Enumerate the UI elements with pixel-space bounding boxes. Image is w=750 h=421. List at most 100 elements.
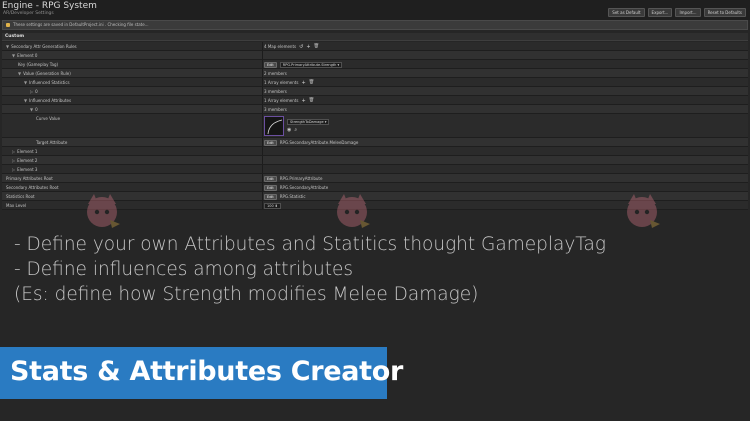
- column-divider[interactable]: [262, 201, 263, 209]
- property-label: ▼ Element 0: [12, 53, 37, 58]
- column-divider[interactable]: [262, 51, 263, 59]
- property-label: Key (Gameplay Tag): [18, 62, 58, 67]
- property-row[interactable]: ▷ Element 1: [2, 147, 748, 156]
- column-divider[interactable]: [262, 78, 263, 86]
- column-divider[interactable]: [262, 183, 263, 191]
- property-value: 3 members: [264, 89, 287, 94]
- property-value: 4 Map elements ↺ + 🗑: [264, 44, 319, 50]
- mascot-watermark-icon: [627, 194, 660, 228]
- property-value: 1 Array elements + 🗑: [264, 80, 314, 86]
- property-row: Key (Gameplay Tag) Edit RPG.PrimaryAttribu…: [2, 60, 748, 69]
- plus-icon[interactable]: +: [301, 80, 305, 86]
- expand-arrow-icon[interactable]: ▼: [12, 53, 15, 58]
- property-label-text: Value (Generation Rule): [23, 70, 71, 76]
- property-label-text: Influenced Statistics: [29, 79, 70, 85]
- column-divider[interactable]: [262, 114, 263, 137]
- property-row[interactable]: ▷ Element 2: [2, 156, 748, 165]
- property-label-text: Key (Gameplay Tag): [18, 61, 59, 67]
- property-label: ▷ Element 3: [12, 167, 37, 172]
- column-divider[interactable]: [262, 87, 263, 95]
- column-divider[interactable]: [262, 105, 263, 113]
- title-banner: Stats & Attributes Creator: [0, 347, 403, 399]
- property-row: Curve Value StrengthToDamage ▾ ◉ ⌕: [2, 114, 748, 138]
- collapse-arrow-icon[interactable]: ▷: [12, 158, 15, 163]
- property-row[interactable]: ▼ Value (Generation Rule) 2 members: [2, 69, 748, 78]
- property-label-text: Statistics Root: [6, 193, 35, 199]
- property-label-text: 0: [35, 106, 38, 112]
- property-value-text: RPG.Statistic: [279, 194, 306, 199]
- column-divider[interactable]: [262, 60, 263, 68]
- max-level-input[interactable]: 100 ⬍: [264, 202, 281, 209]
- property-value-text: RPG.SecondaryAttribute: [279, 185, 329, 190]
- property-row: Target Attribute Edit RPG.SecondaryAttribu…: [2, 138, 748, 147]
- property-value: Edit RPG.PrimaryAttribute: [264, 175, 322, 182]
- property-label: ▼ Value (Generation Rule): [18, 71, 71, 76]
- collapse-arrow-icon[interactable]: ▷: [12, 167, 15, 172]
- section-header-custom[interactable]: Custom: [2, 33, 748, 41]
- collapse-arrow-icon[interactable]: ▷: [12, 149, 15, 154]
- browse-asset-icon[interactable]: ⌕: [294, 127, 297, 133]
- tag-combo[interactable]: RPG.PrimaryAttribute.Strength ▾: [279, 61, 343, 68]
- property-row[interactable]: ▼ Element 0: [2, 51, 748, 60]
- trash-icon[interactable]: 🗑: [309, 98, 315, 103]
- property-label-text: Max Level: [6, 202, 27, 208]
- property-label-text: Element 0: [17, 52, 38, 58]
- edit-tag-button[interactable]: Edit: [264, 61, 277, 68]
- curve-thumbnail[interactable]: [264, 116, 284, 136]
- expand-arrow-icon[interactable]: ▼: [24, 80, 27, 85]
- trash-icon[interactable]: 🗑: [309, 80, 315, 85]
- property-label: ▷ 0: [30, 89, 38, 94]
- edit-tag-button[interactable]: Edit: [264, 139, 277, 146]
- expand-arrow-icon[interactable]: ▼: [24, 98, 27, 103]
- property-row[interactable]: ▼ Influenced Attributes 1 Array elements + 🗑: [2, 96, 748, 105]
- property-label: ▼ 0: [30, 107, 38, 112]
- trash-icon[interactable]: 🗑: [314, 44, 320, 49]
- edit-tag-button[interactable]: Edit: [264, 193, 277, 200]
- export-button[interactable]: Export...: [647, 8, 673, 17]
- property-value: 3 members: [264, 107, 287, 112]
- property-row[interactable]: ▼ Secondary Attr Generation Rules 4 Map el…: [2, 42, 748, 51]
- column-divider[interactable]: [262, 165, 263, 173]
- plus-icon[interactable]: +: [306, 44, 310, 50]
- expand-arrow-icon[interactable]: ▼: [6, 44, 9, 49]
- reset-to-defaults-button[interactable]: Reset to Defaults: [703, 8, 746, 17]
- column-divider[interactable]: [262, 174, 263, 182]
- property-row[interactable]: ▼ Influenced Statistics 1 Array elements + 🗑: [2, 78, 748, 87]
- window-title: Engine - RPG System: [2, 1, 97, 11]
- config-notice: These settings are saved in DefaultProje…: [2, 20, 748, 30]
- property-label-text: Element 3: [17, 166, 38, 172]
- reset-icon[interactable]: ↺: [299, 44, 303, 50]
- set-as-default-button[interactable]: Set as Default: [608, 8, 645, 17]
- edit-tag-button[interactable]: Edit: [264, 184, 277, 191]
- banner-title: Stats & Attributes Creator: [10, 356, 404, 387]
- property-value: Edit RPG.SecondaryAttribute.MeleeDamage: [264, 139, 358, 146]
- plus-icon[interactable]: +: [301, 98, 305, 104]
- column-divider[interactable]: [262, 138, 263, 146]
- property-label-text: Secondary Attr Generation Rules: [11, 43, 77, 49]
- property-row[interactable]: ▼ 0 3 members: [2, 105, 748, 114]
- property-row[interactable]: ▷ Element 3: [2, 165, 748, 174]
- expand-arrow-icon[interactable]: ▼: [30, 107, 33, 112]
- property-label: ▷ Element 1: [12, 149, 37, 154]
- column-divider[interactable]: [262, 147, 263, 155]
- column-divider[interactable]: [262, 69, 263, 77]
- bullet-line: - Define influences among attributes: [14, 259, 353, 280]
- collapse-arrow-icon[interactable]: ▷: [30, 89, 33, 94]
- curve-asset-combo[interactable]: StrengthToDamage ▾: [287, 119, 330, 125]
- property-value: 2 members: [264, 71, 287, 76]
- property-value-text: 1 Array elements: [264, 98, 299, 103]
- edit-tag-button[interactable]: Edit: [264, 175, 277, 182]
- column-divider[interactable]: [262, 192, 263, 200]
- property-row[interactable]: ▷ 0 3 members: [2, 87, 748, 96]
- property-label-text: Element 1: [17, 148, 38, 154]
- section-title: Custom: [5, 34, 25, 39]
- property-label: ▼ Influenced Attributes: [24, 98, 71, 103]
- toolbar: Set as Default Export... Import... Reset…: [608, 8, 746, 17]
- import-button[interactable]: Import...: [675, 8, 701, 17]
- column-divider[interactable]: [262, 42, 263, 50]
- use-selected-icon[interactable]: ◉: [287, 127, 291, 133]
- column-divider[interactable]: [262, 156, 263, 164]
- column-divider[interactable]: [262, 96, 263, 104]
- expand-arrow-icon[interactable]: ▼: [18, 71, 21, 76]
- property-value: Edit RPG.Statistic: [264, 193, 306, 200]
